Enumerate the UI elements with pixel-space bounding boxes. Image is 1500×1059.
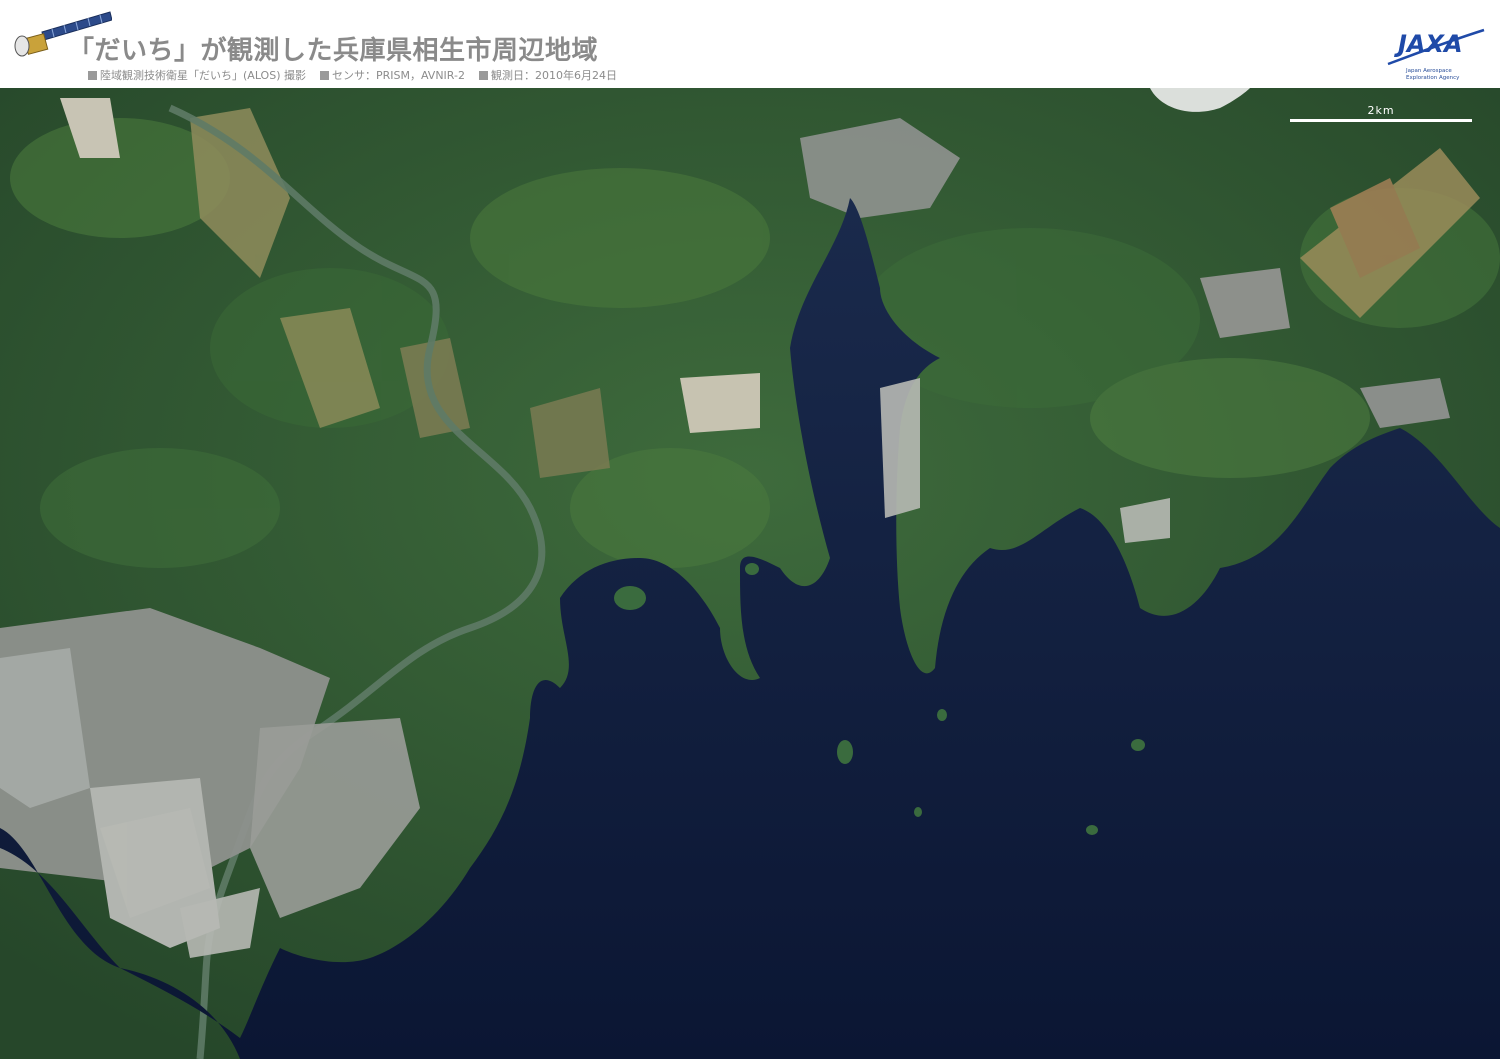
caption-date: 観測日：2010年6月24日 [478, 67, 617, 83]
jaxa-logo-mark: JAXA [1387, 28, 1485, 66]
jaxa-logo-line1: Japan Aerospace [1406, 68, 1452, 74]
satellite-image-canvas [0, 88, 1500, 1059]
square-bullet-icon [478, 70, 488, 80]
jaxa-wordmark: JAXA [1394, 30, 1463, 58]
square-bullet-icon [88, 70, 97, 80]
caption-satellite: 陸域観測技術衛星「だいち」(ALOS) 撮影 [88, 67, 306, 83]
square-bullet-icon [319, 70, 329, 80]
satellite-image: 2km [0, 88, 1500, 1059]
jaxa-logo-line2: Exploration Agency [1406, 75, 1460, 81]
jaxa-logo-caption: Japan Aerospace Exploration Agency [1406, 68, 1490, 82]
scale-bar: 2km [1290, 104, 1472, 128]
caption-satellite-text: 陸域観測技術衛星「だいち」(ALOS) 撮影 [100, 69, 306, 82]
caption-sensor-text: センサ：PRISM，AVNIR-2 [331, 69, 465, 82]
scale-bar-line [1290, 119, 1472, 122]
scale-bar-label: 2km [1367, 104, 1395, 117]
caption-date-text: 観測日：2010年6月24日 [490, 69, 617, 82]
header: 「だいち」が観測した兵庫県相生市周辺地域 陸域観測技術衛星「だいち」(ALOS)… [0, 0, 1500, 88]
page-title: 「だいち」が観測した兵庫県相生市周辺地域 [68, 36, 599, 66]
caption-sensor: センサ：PRISM，AVNIR-2 [319, 67, 465, 83]
caption-line: 陸域観測技術衛星「だいち」(ALOS) 撮影 センサ：PRISM，AVNIR-2… [88, 68, 617, 82]
jaxa-logo: JAXA Japan Aerospace Exploration Agency [1380, 26, 1490, 88]
